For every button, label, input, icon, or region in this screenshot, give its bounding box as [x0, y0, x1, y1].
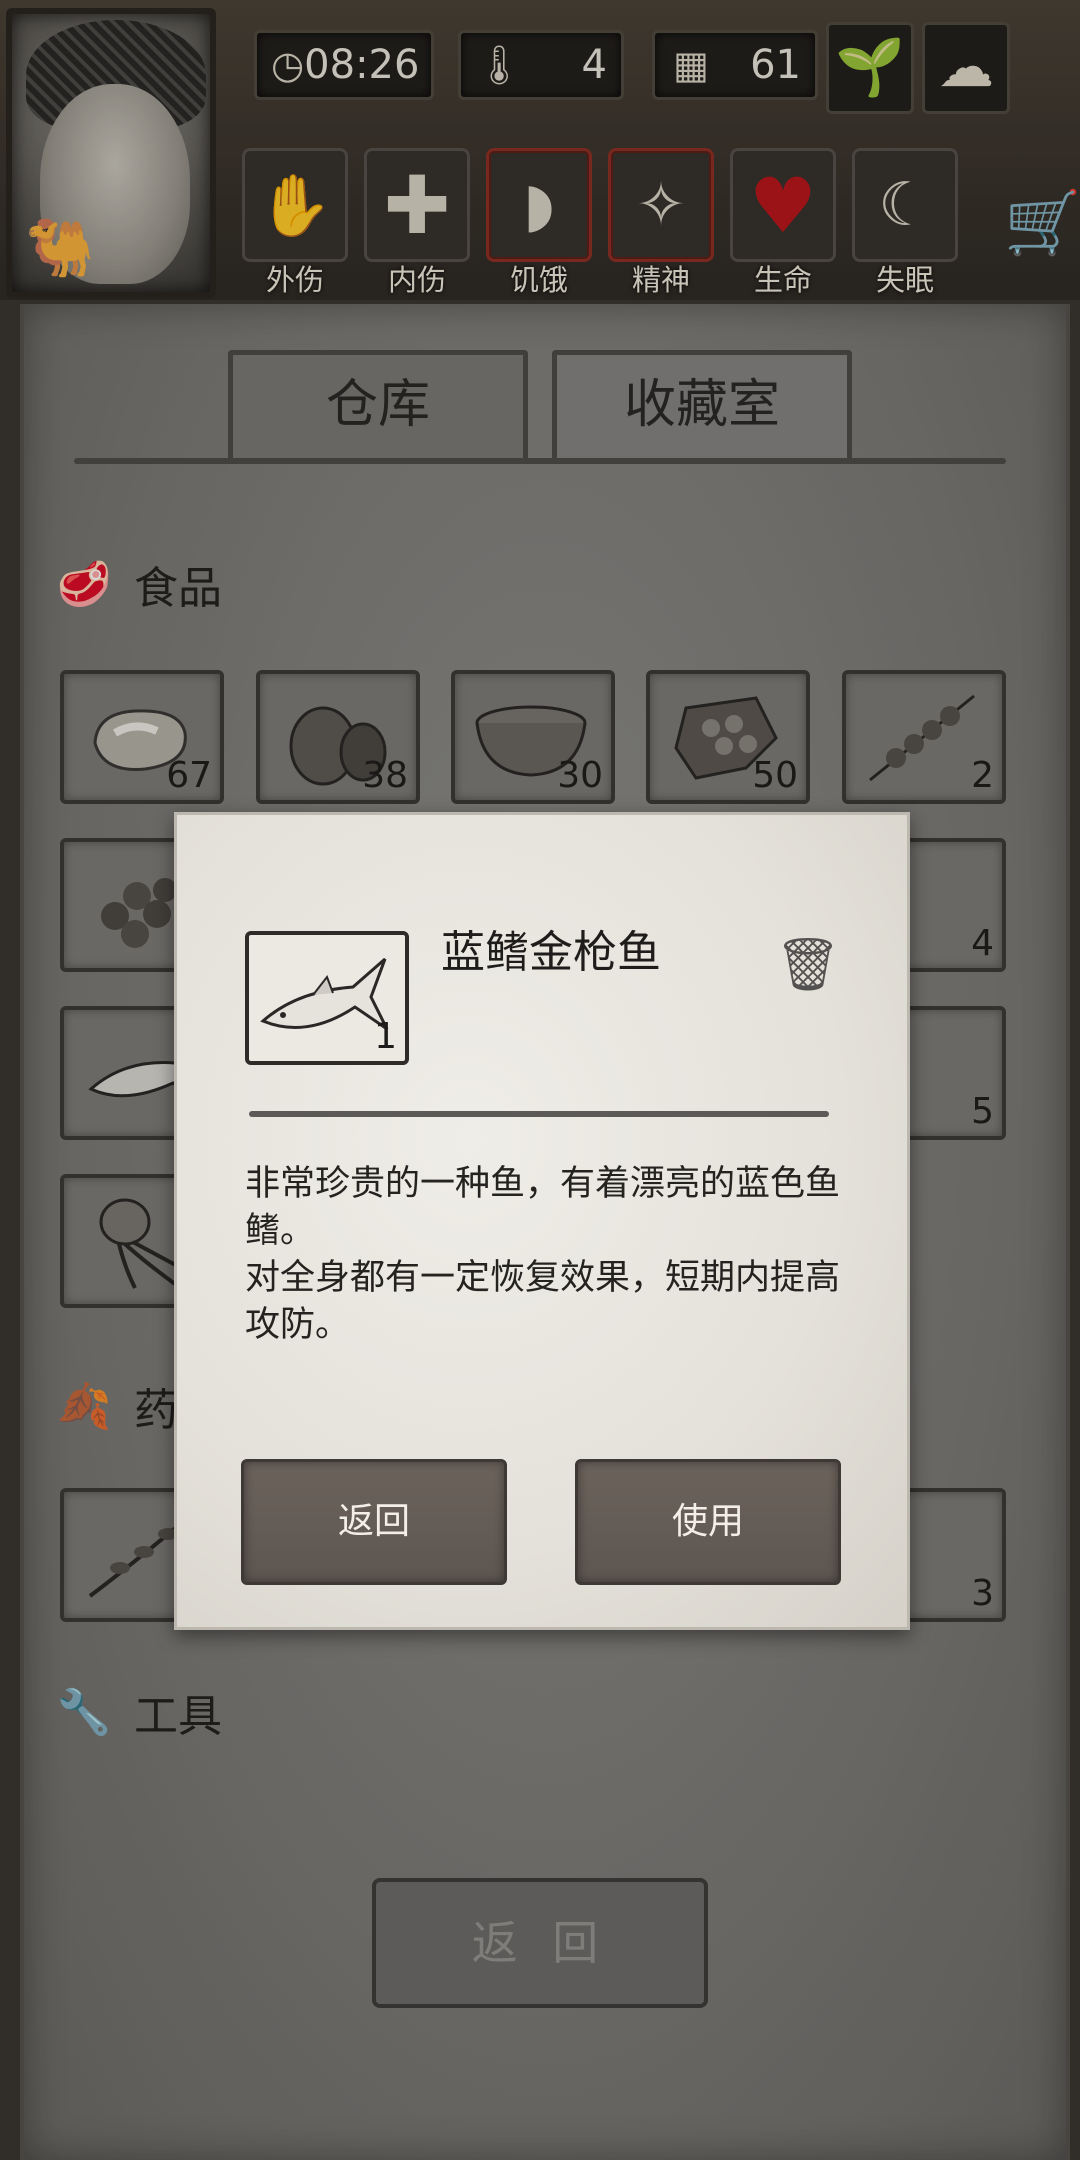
item-name: 蓝鳍金枪鱼 [441, 927, 661, 978]
item-description: 非常珍贵的一种鱼，有着漂亮的蓝色鱼鳍。 对全身都有一定恢复效果，短期内提高攻防。 [245, 1161, 845, 1349]
item-count: 1 [374, 1016, 397, 1057]
item-preview-slot: 1 [245, 931, 409, 1065]
description-line: 非常珍贵的一种鱼，有着漂亮的蓝色鱼鳍。 [245, 1164, 841, 1251]
dialog-back-button[interactable]: 返回 [241, 1459, 507, 1585]
use-button[interactable]: 使用 [575, 1459, 841, 1585]
description-line: 对全身都有一定恢复效果，短期内提高攻防。 [245, 1258, 841, 1345]
dialog-divider [249, 1111, 829, 1117]
trash-icon[interactable]: 🗑 [775, 929, 841, 1001]
item-detail-dialog: 1 蓝鳍金枪鱼 🗑 非常珍贵的一种鱼，有着漂亮的蓝色鱼鳍。 对全身都有一定恢复效… [174, 812, 910, 1630]
